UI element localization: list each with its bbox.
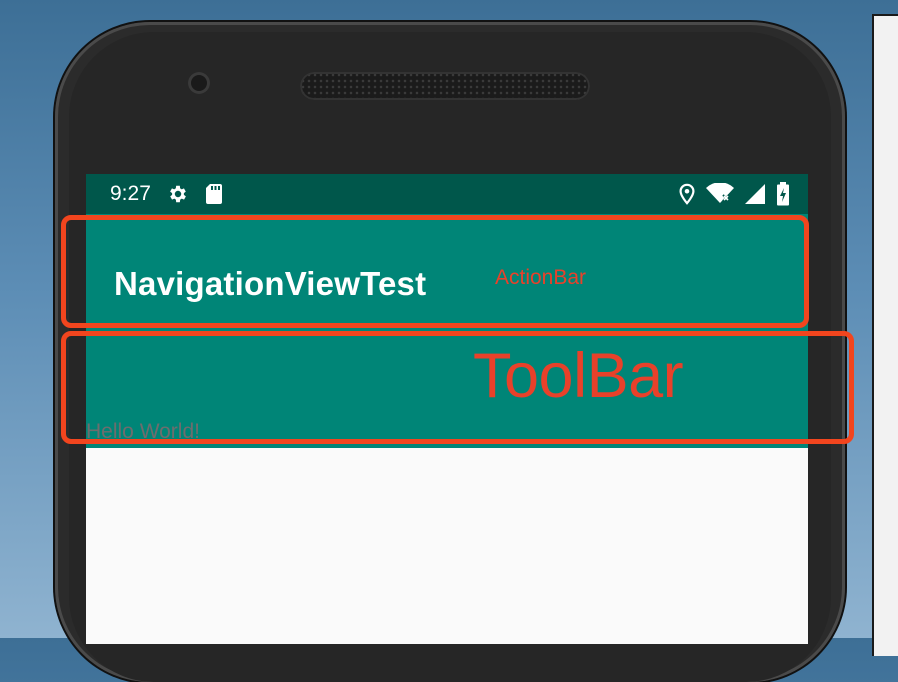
status-left: 9:27: [110, 182, 223, 206]
status-time: 9:27: [110, 182, 151, 205]
signal-icon: [744, 183, 766, 205]
front-camera: [188, 72, 210, 94]
gear-icon: [167, 183, 189, 205]
status-right: [678, 182, 790, 206]
actionbar-highlight-box: [61, 215, 809, 328]
toolbar-highlight-box: [61, 331, 854, 444]
status-bar: 9:27: [86, 174, 808, 214]
sd-card-icon: [205, 183, 223, 205]
earpiece-speaker: [300, 72, 590, 100]
side-panel: [872, 14, 898, 656]
battery-icon: [776, 182, 790, 206]
wifi-icon: [706, 183, 734, 205]
actionbar-annotation-label: ActionBar: [495, 266, 587, 289]
location-icon: [678, 183, 696, 205]
toolbar-annotation-label: ToolBar: [473, 341, 684, 411]
